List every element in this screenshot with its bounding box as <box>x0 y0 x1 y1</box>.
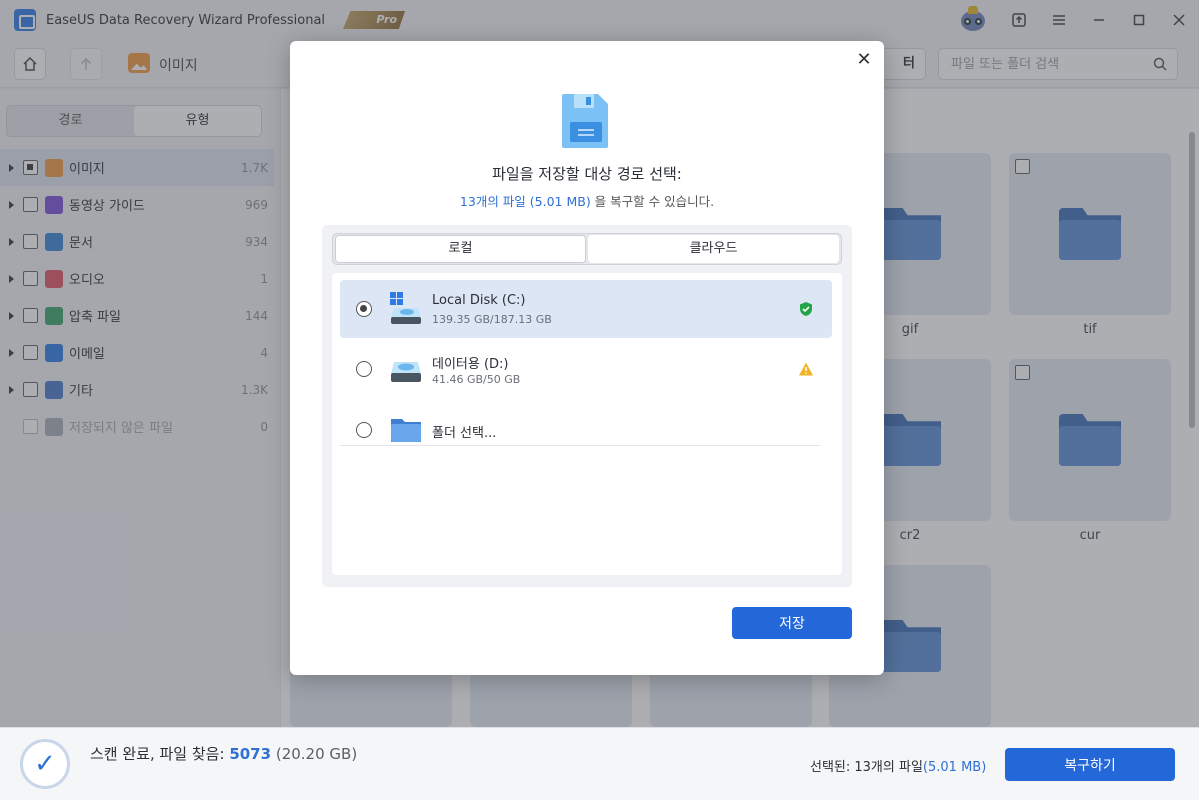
destination-choose-folder[interactable]: 폴더 선택... <box>340 401 832 459</box>
selection-size: (5.01 MB) <box>922 760 987 775</box>
drive-icon <box>391 362 421 382</box>
tab-local[interactable]: 로컬 <box>335 235 586 263</box>
save-button[interactable]: 저장 <box>732 607 852 639</box>
safe-shield-icon <box>800 302 812 316</box>
destination-name: 폴더 선택... <box>432 426 497 441</box>
save-disk-icon <box>562 94 608 148</box>
selection-count: 선택된: 13개의 파일 <box>810 760 923 775</box>
warning-icon <box>799 362 813 376</box>
recoverable-files-count: 13개의 파일 (5.01 MB) <box>459 194 591 209</box>
dialog-subtitle: 13개의 파일 (5.01 MB) 을 복구할 수 있습니다. <box>290 191 884 210</box>
dialog-subtitle-text: 을 복구할 수 있습니다. <box>590 194 715 209</box>
selection-summary: 선택된: 13개의 파일(5.01 MB) <box>810 756 986 775</box>
destination-name: 데이터용 (D:) <box>432 357 509 372</box>
recover-button[interactable]: 복구하기 <box>1005 748 1175 781</box>
scan-status: 스캔 완료, 파일 찾음: 5073 (20.20 GB) <box>90 743 357 764</box>
status-bar: ✓ 스캔 완료, 파일 찾음: 5073 (20.20 GB) 선택된: 13개… <box>0 727 1199 800</box>
destination-size: 41.46 GB/50 GB <box>432 373 521 386</box>
system-drive-icon <box>390 292 421 324</box>
save-destination-dialog: ✕ 파일을 저장할 대상 경로 선택: 13개의 파일 (5.01 MB) 을 … <box>290 41 884 675</box>
scan-status-label: 스캔 완료, 파일 찾음: <box>90 745 225 763</box>
destination-size: 139.35 GB/187.13 GB <box>432 313 552 326</box>
destination-list: Local Disk (C:) 139.35 GB/187.13 GB 데이터용… <box>332 273 842 575</box>
destination-name: Local Disk (C:) <box>432 293 526 308</box>
destination-tabs: 로컬 클라우드 <box>332 233 842 265</box>
scan-complete-icon: ✓ <box>20 739 70 789</box>
destination-panel: 로컬 클라우드 Local Disk (C:) 139.35 GB/187.13… <box>322 225 852 587</box>
destination-radio[interactable] <box>356 301 372 317</box>
close-icon[interactable]: ✕ <box>854 51 874 71</box>
folder-icon <box>391 419 421 442</box>
destination-local-disk-c[interactable]: Local Disk (C:) 139.35 GB/187.13 GB <box>340 280 832 338</box>
scan-file-count: 5073 <box>229 745 272 763</box>
tab-cloud[interactable]: 클라우드 <box>588 235 839 263</box>
dialog-title: 파일을 저장할 대상 경로 선택: <box>492 165 682 183</box>
scan-total-size: (20.20 GB) <box>275 745 358 763</box>
destination-radio[interactable] <box>356 361 372 377</box>
destination-data-d[interactable]: 데이터용 (D:) 41.46 GB/50 GB <box>340 340 832 398</box>
destination-radio[interactable] <box>356 422 372 438</box>
